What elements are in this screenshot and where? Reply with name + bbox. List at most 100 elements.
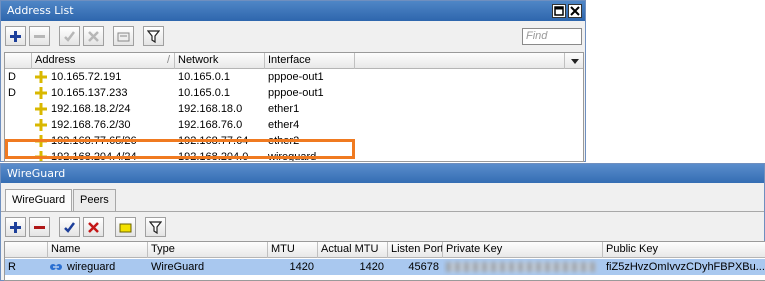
maximize-icon (554, 6, 564, 16)
mtu-column-header[interactable]: MTU (268, 242, 318, 258)
filter-icon (149, 220, 162, 234)
row-address: 192.168.77.65/26 (51, 135, 137, 147)
address-icon (35, 87, 47, 99)
address-list-window: Address List Find Address / Network Inte… (0, 0, 586, 162)
columns-dropdown-icon[interactable] (567, 53, 583, 69)
wireguard-toolbar (1, 214, 764, 240)
row-public-key: fiZ5zHvzOmIvvzCDyhFBPXBu... (606, 261, 765, 273)
row-interface: wireguard (268, 151, 317, 162)
row-mtu: 1420 (289, 261, 314, 273)
address-icon (35, 151, 47, 161)
wireguard-window: WireGuard WireGuard Peers Name Type MTU … (0, 163, 765, 281)
row-private-key-redacted (443, 259, 603, 275)
row-flag: D (8, 71, 16, 83)
address-icon (35, 71, 47, 83)
table-row[interactable]: 192.168.18.2/24 192.168.18.0 ether1 (5, 101, 583, 117)
comment-button[interactable] (115, 217, 136, 237)
row-listen-port: 45678 (408, 261, 439, 273)
tab-divider (1, 211, 764, 212)
filter-icon (147, 29, 160, 43)
wireguard-table: Name Type MTU Actual MTU Listen Port Pri… (4, 241, 765, 281)
address-column-header[interactable]: Address / (32, 53, 175, 69)
remove-button[interactable] (29, 217, 50, 237)
cross-icon (88, 221, 99, 233)
add-button[interactable] (5, 217, 26, 237)
wireguard-interface-icon (50, 264, 62, 270)
row-flag (5, 117, 25, 133)
plus-icon (10, 221, 21, 233)
sort-icon: / (166, 54, 170, 66)
row-network: 192.168.77.64 (178, 135, 249, 147)
flag-column-header[interactable] (5, 53, 32, 69)
row-flag: D (8, 87, 16, 99)
row-address: 10.165.137.233 (51, 87, 128, 99)
tab-wireguard[interactable]: WireGuard (5, 189, 73, 212)
actual-mtu-column-header[interactable]: Actual MTU (318, 242, 388, 258)
disable-button[interactable] (83, 217, 104, 237)
row-type: WireGuard (151, 261, 205, 273)
row-network: 192.168.18.0 (178, 103, 243, 115)
enable-button[interactable] (59, 26, 80, 46)
remove-button[interactable] (29, 26, 50, 46)
table-header: Address / Network Interface (5, 53, 583, 69)
table-row[interactable]: 192.168.204.4/24 192.168.204.0 wireguard (5, 149, 583, 162)
address-icon (35, 119, 47, 131)
row-interface: pppoe-out1 (268, 71, 324, 83)
listen-port-column-header[interactable]: Listen Port (388, 242, 443, 258)
plus-icon (10, 30, 21, 42)
address-list-title: Address List (7, 4, 74, 17)
row-flag (5, 133, 25, 149)
flag-column-header[interactable] (5, 242, 48, 258)
row-flag: R (8, 261, 16, 273)
close-button[interactable] (568, 4, 582, 18)
address-list-titlebar[interactable]: Address List (1, 1, 585, 21)
minus-icon (34, 34, 45, 38)
row-flag (5, 149, 25, 161)
address-list-toolbar: Find (1, 23, 585, 49)
public-key-column-header[interactable]: Public Key (603, 242, 765, 258)
table-row[interactable]: 192.168.76.2/30 192.168.76.0 ether4 (5, 117, 583, 133)
minus-icon (34, 225, 45, 229)
address-icon (35, 103, 47, 115)
close-icon (570, 6, 580, 16)
row-actual-mtu: 1420 (359, 261, 384, 273)
maximize-button[interactable] (552, 4, 566, 18)
type-column-header[interactable]: Type (148, 242, 268, 258)
row-interface: ether1 (268, 103, 300, 115)
tab-peers[interactable]: Peers (73, 189, 116, 211)
find-input[interactable]: Find (522, 28, 582, 45)
extra-column-header (355, 53, 565, 69)
row-network: 192.168.76.0 (178, 119, 243, 131)
check-icon (64, 30, 75, 42)
redacted-private-key (446, 262, 596, 272)
table-row[interactable]: D 10.165.137.233 10.165.0.1 pppoe-out1 (5, 85, 583, 101)
private-key-column-header[interactable]: Private Key (443, 242, 603, 258)
disable-button[interactable] (83, 26, 104, 46)
comment-icon (119, 223, 132, 232)
row-name: wireguard (67, 261, 116, 273)
address-icon (35, 135, 47, 147)
address-list-table: Address / Network Interface D 10.165.72.… (4, 52, 584, 162)
add-button[interactable] (5, 26, 26, 46)
check-icon (64, 221, 75, 233)
wireguard-titlebar[interactable]: WireGuard (1, 164, 764, 183)
row-interface: ether2 (268, 135, 300, 147)
interface-column-header[interactable]: Interface (265, 53, 355, 69)
comment-button[interactable] (113, 26, 134, 46)
row-flag (5, 101, 25, 117)
row-address: 192.168.204.4/24 (51, 151, 137, 162)
row-network: 10.165.0.1 (178, 71, 230, 83)
row-address: 192.168.18.2/24 (51, 103, 131, 115)
table-row[interactable]: 192.168.77.65/26 192.168.77.64 ether2 (5, 133, 583, 149)
cross-icon (88, 30, 99, 42)
table-header: Name Type MTU Actual MTU Listen Port Pri… (5, 242, 765, 258)
row-network: 10.165.0.1 (178, 87, 230, 99)
table-row[interactable]: D 10.165.72.191 10.165.0.1 pppoe-out1 (5, 69, 583, 85)
filter-button[interactable] (145, 217, 166, 237)
row-interface: pppoe-out1 (268, 87, 324, 99)
filter-button[interactable] (143, 26, 164, 46)
enable-button[interactable] (59, 217, 80, 237)
name-column-header[interactable]: Name (48, 242, 148, 258)
network-column-header[interactable]: Network (175, 53, 265, 69)
table-row[interactable]: R wireguard WireGuard 1420 1420 45678 fi… (5, 259, 765, 275)
